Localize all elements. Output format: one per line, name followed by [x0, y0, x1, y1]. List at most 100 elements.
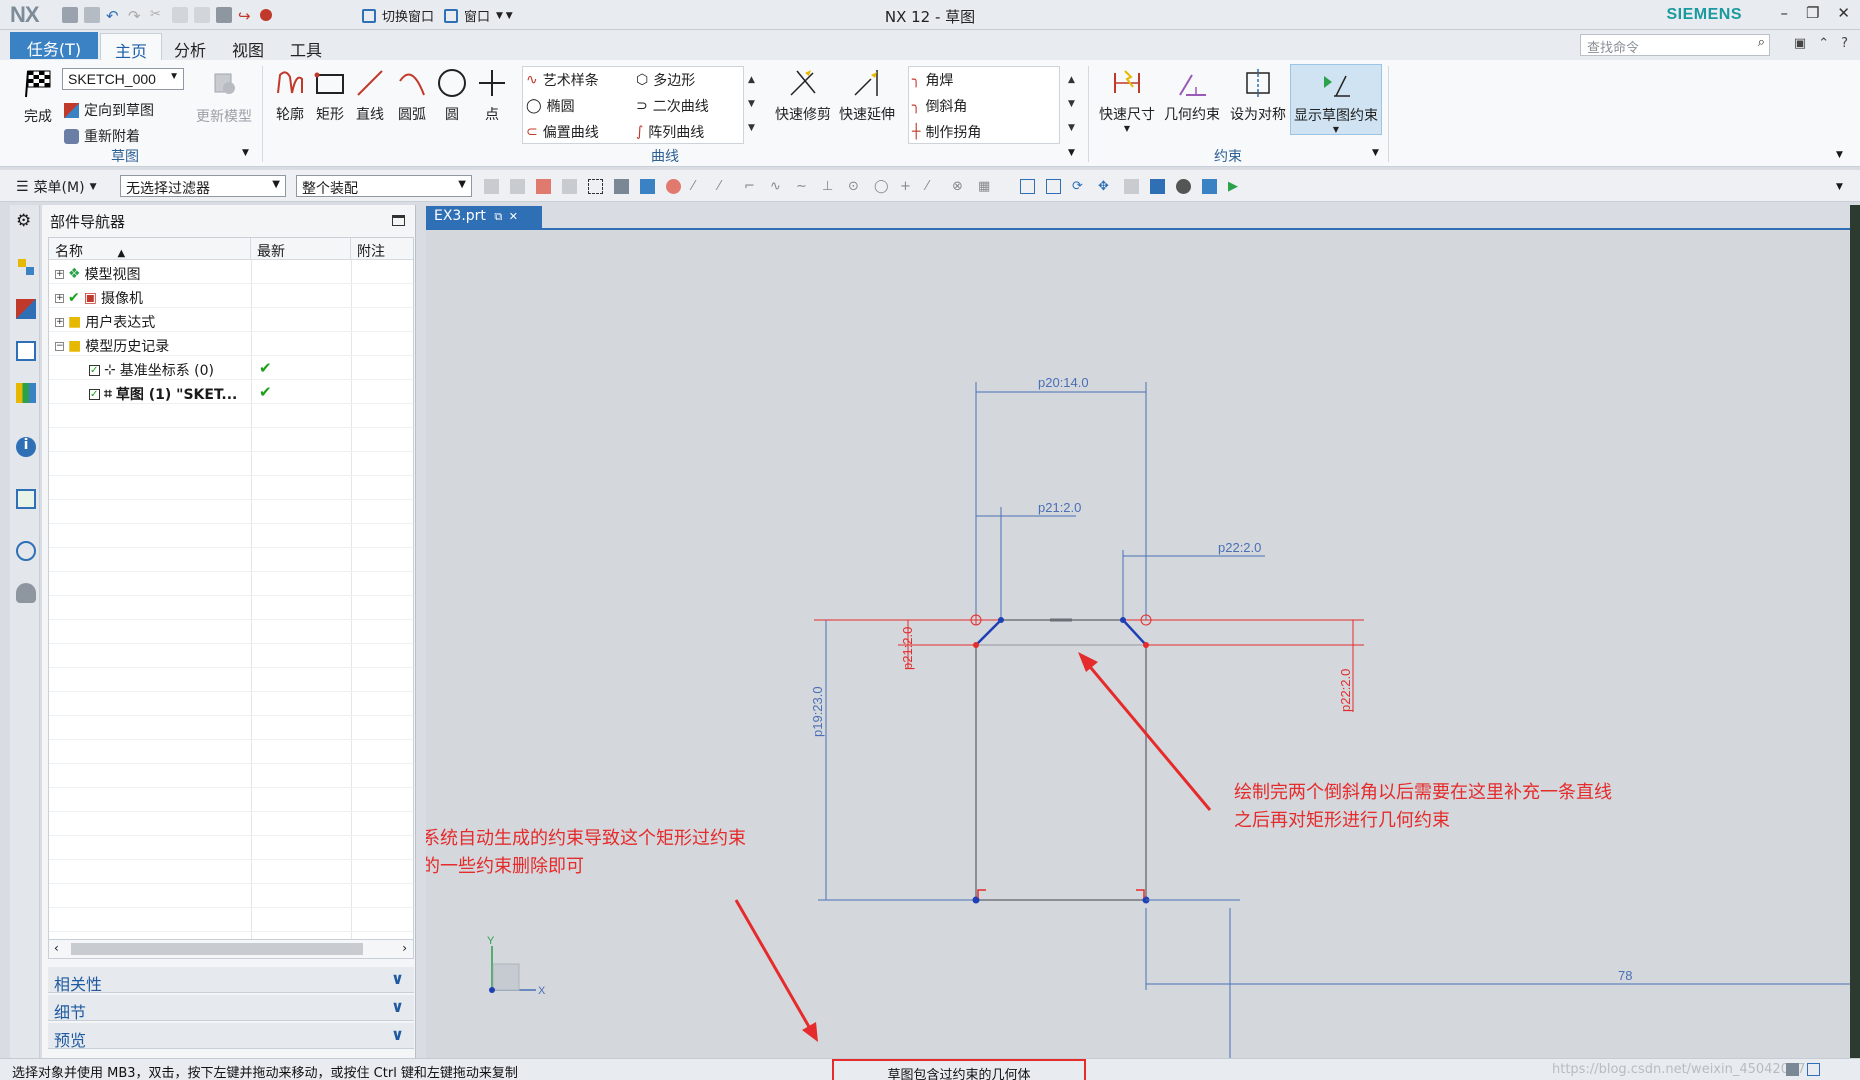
- history-icon[interactable]: [16, 541, 36, 561]
- fit-view-icon[interactable]: [1020, 179, 1035, 194]
- roles-icon[interactable]: [16, 583, 36, 603]
- print-icon[interactable]: [216, 7, 232, 23]
- maximize-icon[interactable]: [392, 215, 405, 226]
- table-row[interactable]: + ❖ 模型视图: [49, 260, 413, 284]
- selection-mode-icon[interactable]: [1786, 1063, 1799, 1076]
- table-row[interactable]: + ✔ ▣ 摄像机: [49, 284, 413, 308]
- solid-icon[interactable]: [640, 179, 655, 194]
- dimension-p21[interactable]: p21:2.0: [1038, 500, 1081, 515]
- toolbar-expand-icon[interactable]: ▼: [1836, 182, 1843, 192]
- pan-icon[interactable]: ✥: [1098, 179, 1113, 194]
- type-filter-select[interactable]: 无选择过滤器 ▼: [120, 175, 286, 197]
- feature-selection-icon[interactable]: [510, 179, 525, 194]
- sketch-canvas[interactable]: p20:14.0 p21:2.0 p22:2.0 p19:23.0 p21:2.…: [426, 230, 1850, 1058]
- search-icon[interactable]: ⌕: [1758, 35, 1765, 50]
- dimension-p22-vertical[interactable]: p22:2.0: [1338, 669, 1353, 712]
- corner-gallery-scroll[interactable]: ▲ ▼ ▼: [1068, 68, 1075, 140]
- constraint-navigator-icon[interactable]: [16, 299, 36, 319]
- make-symmetric-button[interactable]: 设为对称: [1226, 66, 1290, 124]
- arc-tool-button[interactable]: 圆弧: [392, 66, 432, 124]
- studio-spline-button[interactable]: ∿ 艺术样条: [526, 70, 599, 90]
- update-model-button[interactable]: 更新模型: [194, 66, 254, 126]
- pattern-curve-button[interactable]: ∫ 阵列曲线: [636, 122, 704, 142]
- part-navigator-icon[interactable]: [16, 341, 36, 361]
- undo-icon[interactable]: ↶: [106, 7, 122, 25]
- tab-view[interactable]: 视图: [218, 33, 278, 60]
- display-sketch-constraints-button[interactable]: 显示草图约束 ▼: [1290, 64, 1382, 135]
- quick-trim-button[interactable]: 快速修剪: [770, 66, 836, 124]
- offset-curve-button[interactable]: ⊂ 偏置曲线: [526, 122, 599, 142]
- midpoint-snap-icon[interactable]: ⊥: [822, 179, 837, 194]
- window-menu-button[interactable]: 窗口 ▼ ▼: [444, 6, 513, 25]
- render-style-icon[interactable]: [1176, 179, 1191, 194]
- close-icon[interactable]: ✕: [509, 210, 518, 223]
- save-all-icon[interactable]: [84, 7, 100, 23]
- vertex[interactable]: [973, 642, 979, 648]
- details-panel[interactable]: 细节 ∨: [48, 995, 414, 1022]
- rotate-icon[interactable]: ⟳: [1072, 179, 1087, 194]
- tab-task[interactable]: 任务(T): [10, 32, 98, 59]
- repeat-command-icon[interactable]: ↪: [238, 7, 254, 25]
- collapse-ribbon-icon[interactable]: ⌃: [1818, 36, 1829, 51]
- scroll-right-icon[interactable]: ›: [402, 941, 407, 955]
- ribbon-options-icon[interactable]: ▣: [1794, 36, 1806, 51]
- fillet-button[interactable]: ╮ 角焊: [912, 70, 953, 90]
- touch-mode-icon[interactable]: [260, 9, 272, 21]
- intersection-snap-icon[interactable]: ⊗: [952, 179, 967, 194]
- general-selection-icon[interactable]: [484, 179, 499, 194]
- profile-tool-button[interactable]: 轮廓: [270, 66, 310, 124]
- collapse-icon[interactable]: −: [55, 341, 64, 351]
- copy-icon[interactable]: [172, 7, 188, 23]
- existing-point-snap-icon[interactable]: +: [900, 179, 915, 194]
- gallery-scroll[interactable]: ▲ ▼ ▼: [748, 68, 755, 140]
- help-icon[interactable]: ?: [1841, 36, 1848, 51]
- reuse-library-icon[interactable]: [16, 383, 36, 403]
- tab-home[interactable]: 主页: [100, 33, 163, 61]
- vertex[interactable]: [998, 617, 1004, 623]
- quadrant-snap-icon[interactable]: ◯: [874, 179, 889, 194]
- column-header-name[interactable]: 名称 ▲: [49, 238, 251, 260]
- column-header-notes[interactable]: 附注: [351, 238, 413, 260]
- orientation-icon[interactable]: [1150, 179, 1165, 194]
- dimension-p20[interactable]: p20:14.0: [1038, 375, 1089, 390]
- command-search-input[interactable]: 查找命令 ⌕: [1580, 34, 1770, 56]
- tangent-snap-icon[interactable]: ⁄: [718, 179, 733, 194]
- paste-icon[interactable]: [194, 7, 210, 23]
- wave-snap-icon[interactable]: ∼: [796, 179, 811, 194]
- finish-sketch-button[interactable]: 完成: [18, 66, 58, 126]
- graphics-window[interactable]: p20:14.0 p21:2.0 p22:2.0 p19:23.0 p21:2.…: [426, 228, 1850, 1058]
- redo-icon[interactable]: ↷: [128, 7, 144, 25]
- sketch-name-select[interactable]: SKETCH_000 ▼: [62, 68, 184, 90]
- dimension-p22[interactable]: p22:2.0: [1218, 540, 1261, 555]
- quick-extend-button[interactable]: 快速延伸: [834, 66, 900, 124]
- circle-tool-button[interactable]: 圆: [432, 66, 472, 124]
- expand-icon[interactable]: +: [55, 317, 64, 327]
- display-icon[interactable]: [1202, 179, 1217, 194]
- dimension-p19[interactable]: p19:23.0: [810, 686, 825, 737]
- checkbox-checked-icon[interactable]: ✓: [89, 388, 100, 400]
- snap-point-icon[interactable]: [666, 179, 681, 194]
- filter-icon[interactable]: ▶: [1228, 179, 1243, 194]
- center-snap-icon[interactable]: ⊙: [848, 179, 863, 194]
- group-expand-icon[interactable]: ▼: [1068, 148, 1075, 158]
- settings-icon[interactable]: ⚙: [16, 211, 36, 231]
- preview-panel[interactable]: 预览 ∨: [48, 1023, 414, 1050]
- polygon-button[interactable]: ⬡ 多边形: [636, 70, 695, 90]
- spline-snap-icon[interactable]: ∿: [770, 179, 785, 194]
- table-row[interactable]: ✓ ⌗ 草图 (1) "SKET... ✔: [49, 380, 413, 404]
- scrollbar-thumb[interactable]: [71, 943, 363, 955]
- web-browser-icon[interactable]: [16, 489, 36, 509]
- restore-icon[interactable]: ❐: [1806, 4, 1819, 22]
- file-tab[interactable]: EX3.prt ⧉ ✕: [426, 206, 542, 228]
- tab-pin-icon[interactable]: ⧉: [494, 210, 502, 223]
- close-icon[interactable]: ✕: [1837, 4, 1850, 22]
- conic-button[interactable]: ⊃ 二次曲线: [636, 96, 709, 116]
- minimize-icon[interactable]: –: [1780, 4, 1788, 22]
- zoom-icon[interactable]: [1046, 179, 1061, 194]
- checkbox-checked-icon[interactable]: ✓: [89, 364, 100, 376]
- column-header-latest[interactable]: 最新: [251, 238, 351, 260]
- orient-to-sketch-button[interactable]: 定向到草图: [64, 100, 154, 120]
- tab-tools[interactable]: 工具: [276, 33, 336, 60]
- table-row[interactable]: ✓ ⊹ 基准坐标系 (0) ✔: [49, 356, 413, 380]
- point-on-curve-icon[interactable]: ⁄: [926, 179, 941, 194]
